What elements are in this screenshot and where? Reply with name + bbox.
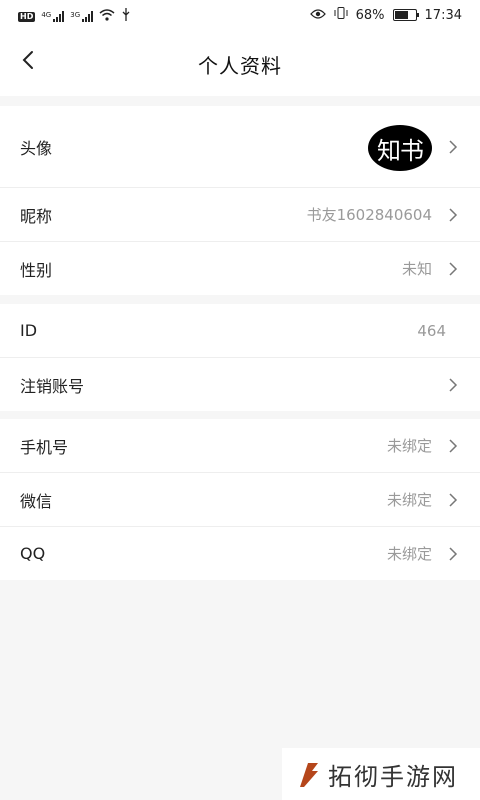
phone-row[interactable]: 手机号 未绑定 [0, 419, 480, 473]
avatar-label: 头像 [20, 138, 53, 158]
hd-badge: HD [18, 11, 36, 22]
watermark-logo-icon [300, 763, 318, 787]
phone-label: 手机号 [20, 437, 69, 457]
phone-value: 未绑定 [386, 437, 432, 455]
chevron-right-icon [449, 377, 458, 392]
cellular-signal-icon-2: 3G [70, 11, 94, 22]
avatar: 知书 [368, 125, 432, 171]
gender-value: 未知 [401, 260, 432, 278]
wifi-icon [99, 8, 115, 25]
chevron-right-icon [449, 207, 458, 222]
nickname-value: 书友1602840604 [306, 206, 432, 224]
bindings-section: 手机号 未绑定 微信 未绑定 QQ 未绑定 [0, 419, 480, 580]
signal-tag: 4G [41, 11, 52, 19]
qq-value: 未绑定 [386, 545, 432, 563]
chevron-right-icon [449, 438, 458, 453]
nav-bar: 个人资料 [0, 30, 480, 96]
wechat-value: 未绑定 [386, 491, 432, 509]
id-value: 464 [417, 321, 446, 340]
id-row: ID 464 [0, 304, 480, 358]
qq-row[interactable]: QQ 未绑定 [0, 527, 480, 580]
chevron-right-icon [449, 139, 458, 154]
qq-label: QQ [20, 544, 46, 563]
nickname-row[interactable]: 昵称 书友1602840604 [0, 188, 480, 242]
battery-icon [392, 9, 419, 21]
clock: 17:34 [424, 7, 462, 23]
avatar-text: 知书 [377, 136, 424, 165]
usb-icon [121, 8, 131, 25]
eye-icon [309, 8, 326, 23]
nickname-label: 昵称 [20, 206, 53, 226]
status-bar: HD 4G 3G 68% 17:34 [0, 0, 480, 30]
gender-label: 性别 [20, 260, 53, 280]
id-label: ID [20, 321, 38, 340]
avatar-row[interactable]: 头像 知书 [0, 106, 480, 188]
status-bar-right: 68% 17:34 [309, 7, 462, 23]
signal-tag-2: 3G [70, 11, 81, 19]
profile-section: 头像 知书 昵称 书友1602840604 性别 未知 [0, 106, 480, 295]
cancel-account-row[interactable]: 注销账号 [0, 358, 480, 411]
account-section: ID 464 注销账号 [0, 304, 480, 411]
watermark-text: 拓彻手游网 [328, 762, 458, 791]
wechat-row[interactable]: 微信 未绑定 [0, 473, 480, 527]
wechat-label: 微信 [20, 491, 53, 511]
vibrate-icon [334, 7, 348, 23]
page-title: 个人资料 [198, 54, 282, 78]
cancel-account-label: 注销账号 [20, 376, 85, 396]
chevron-right-icon [449, 492, 458, 507]
cellular-signal-icon: 4G [41, 11, 65, 22]
watermark: 拓彻手游网 [282, 748, 480, 800]
gender-row[interactable]: 性别 未知 [0, 242, 480, 295]
chevron-right-icon [449, 261, 458, 276]
battery-percent: 68% [355, 7, 385, 23]
status-bar-left: HD 4G 3G [18, 8, 131, 25]
chevron-right-icon [449, 546, 458, 561]
